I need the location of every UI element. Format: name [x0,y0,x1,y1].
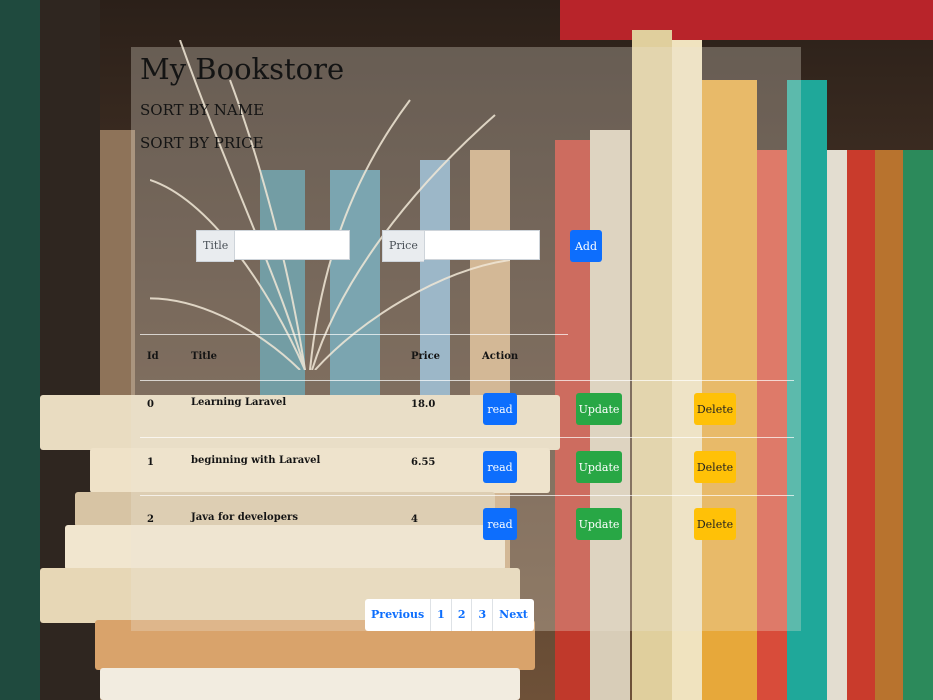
sort-by-price-link[interactable]: SORT BY PRICE [140,134,264,152]
price-input[interactable] [423,230,540,260]
row-divider [140,495,794,496]
pagination-page-3[interactable]: 3 [471,599,492,631]
read-button[interactable]: read [483,393,517,425]
row-price: 18.0 [411,399,436,410]
pagination: Previous 1 2 3 Next [365,599,534,631]
row-id: 1 [147,457,154,468]
title-input[interactable] [234,230,351,260]
row-divider [140,437,794,438]
page-title: My Bookstore [140,52,345,86]
column-header-action: Action [482,351,519,362]
row-title: Learning Laravel [191,397,287,408]
title-label: Title [196,230,235,262]
column-header-id: Id [147,351,159,362]
price-input-group: Price [382,230,540,262]
main-panel: My Bookstore SORT BY NAME SORT BY PRICE … [131,47,801,631]
row-id: 2 [147,514,154,525]
delete-button[interactable]: Delete [694,393,736,425]
column-header-price: Price [411,351,441,362]
delete-button[interactable]: Delete [694,508,736,540]
row-title: Java for developers [191,512,298,523]
header-divider [140,380,794,381]
pagination-previous[interactable]: Previous [365,599,430,631]
title-input-group: Title [196,230,351,262]
add-button[interactable]: Add [570,230,602,262]
delete-button[interactable]: Delete [694,451,736,483]
update-button[interactable]: Update [576,508,622,540]
row-price: 6.55 [411,457,436,468]
table-top-divider [140,334,568,335]
price-label: Price [382,230,424,262]
update-button[interactable]: Update [576,393,622,425]
pagination-page-1[interactable]: 1 [430,599,451,631]
row-id: 0 [147,399,154,410]
pagination-next[interactable]: Next [492,599,534,631]
row-title: beginning with Laravel [191,455,321,466]
sort-by-name-link[interactable]: SORT BY NAME [140,101,264,119]
read-button[interactable]: read [483,451,517,483]
update-button[interactable]: Update [576,451,622,483]
column-header-title: Title [191,351,218,362]
pagination-page-2[interactable]: 2 [450,599,472,631]
row-price: 4 [411,514,418,525]
read-button[interactable]: read [483,508,517,540]
